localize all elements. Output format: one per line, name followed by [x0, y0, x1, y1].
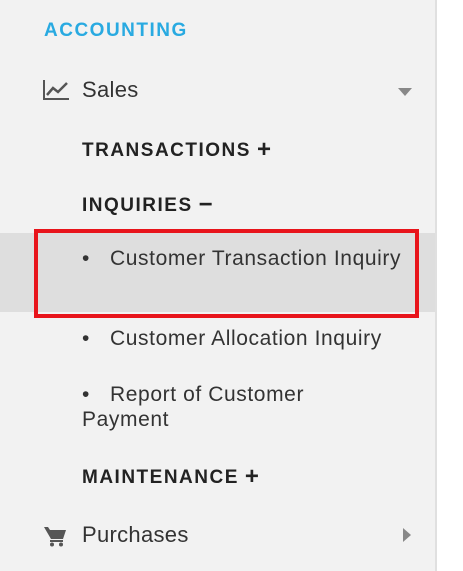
group-inquiries[interactable]: INQUIRIES − [82, 190, 214, 220]
group-maintenance[interactable]: MAINTENANCE + [82, 462, 260, 492]
expand-icon: + [256, 136, 273, 163]
sub-item-label: Report of Customer Payment [82, 383, 305, 431]
chevron-right-icon[interactable] [403, 528, 412, 547]
main-content-area [437, 0, 463, 571]
chevron-down-icon[interactable] [398, 84, 412, 102]
sub-item-text: • Customer Transaction Inquiry [82, 246, 422, 271]
bullet: • [82, 383, 90, 406]
group-label: INQUIRIES [82, 195, 193, 216]
group-label: MAINTENANCE [82, 467, 239, 488]
sub-item-text: • Report of Customer Payment [82, 382, 342, 432]
bullet: • [82, 327, 90, 350]
menu-item-label: Purchases [82, 522, 189, 547]
sidebar: ACCOUNTING Sales TRANSACTIONS + INQUIRIES… [0, 0, 435, 571]
cart-icon [44, 525, 72, 549]
collapse-icon: − [198, 191, 215, 218]
expand-icon: + [244, 463, 261, 490]
sub-item-text: • Customer Allocation Inquiry [82, 326, 432, 351]
section-title-accounting: ACCOUNTING [44, 20, 188, 41]
sub-item-label: Customer Allocation Inquiry [110, 327, 382, 350]
menu-item-purchases[interactable]: Purchases [0, 515, 435, 555]
sub-item-report-of-customer-payment[interactable]: • Report of Customer Payment [0, 382, 435, 434]
menu-item-label: Sales [82, 77, 139, 102]
bullet: • [82, 247, 90, 270]
sub-item-label: Customer Transaction Inquiry [110, 247, 402, 270]
group-transactions[interactable]: TRANSACTIONS + [82, 135, 272, 165]
sub-item-customer-allocation-inquiry[interactable]: • Customer Allocation Inquiry [0, 326, 435, 356]
menu-item-sales[interactable]: Sales [0, 70, 435, 110]
group-label: TRANSACTIONS [82, 140, 251, 161]
line-chart-icon [42, 78, 70, 102]
sub-item-customer-transaction-inquiry[interactable]: • Customer Transaction Inquiry [0, 233, 435, 312]
